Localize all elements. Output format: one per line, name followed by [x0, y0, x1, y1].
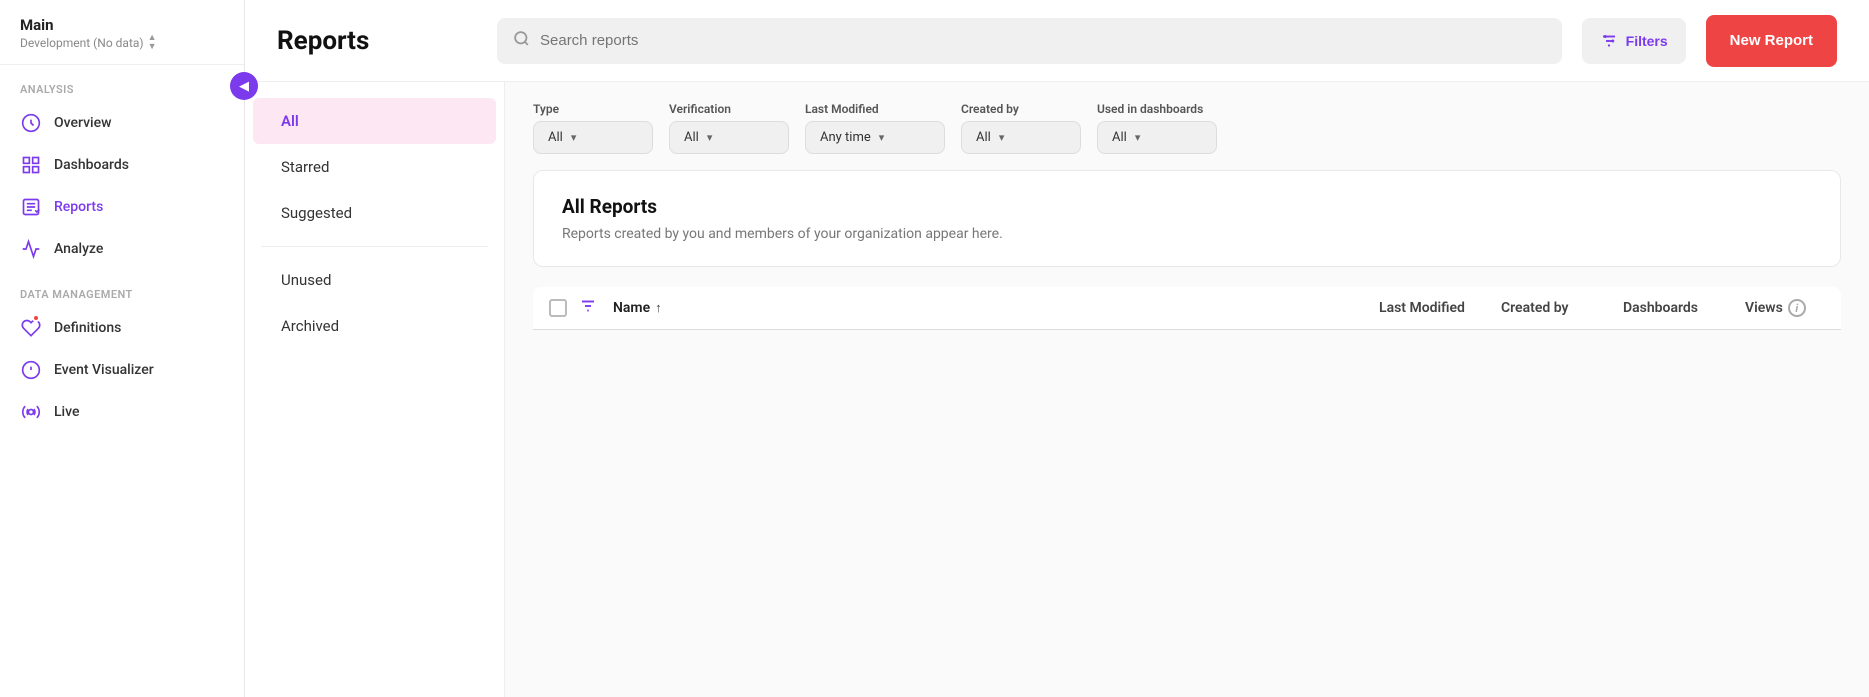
page-title: Reports [277, 26, 477, 56]
topbar: Reports Filters New Report [245, 0, 1869, 82]
left-nav-divider [261, 246, 488, 247]
filter-row: Type All ▾ Verification All ▾ Last Modif… [533, 102, 1841, 154]
sidebar-collapse-button[interactable]: ◀ [230, 72, 258, 100]
created-by-filter-select[interactable]: All ▾ [961, 121, 1081, 154]
left-nav-all[interactable]: All [253, 98, 496, 144]
created-by-filter-label: Created by [961, 102, 1081, 116]
verification-filter-group: Verification All ▾ [669, 102, 789, 154]
verification-filter-chevron: ▾ [707, 131, 713, 144]
views-info-icon[interactable]: i [1788, 299, 1806, 317]
used-in-dashboards-filter-group: Used in dashboards All ▾ [1097, 102, 1217, 154]
search-input[interactable] [540, 32, 1546, 49]
sidebar-item-label: Dashboards [54, 157, 129, 173]
content-body: All Starred Suggested Unused Archived Ty… [245, 82, 1869, 697]
sidebar-item-label: Overview [54, 115, 111, 131]
created-by-filter-group: Created by All ▾ [961, 102, 1081, 154]
last-modified-filter-chevron: ▾ [879, 131, 885, 144]
name-column-header[interactable]: Name ↑ [613, 300, 1367, 316]
sidebar-item-live[interactable]: Live [0, 391, 244, 433]
verification-filter-select[interactable]: All ▾ [669, 121, 789, 154]
sidebar-item-reports[interactable]: Reports [0, 186, 244, 228]
type-filter-group: Type All ▾ [533, 102, 653, 154]
new-report-label: New Report [1730, 32, 1813, 49]
used-in-dashboards-filter-chevron: ▾ [1135, 131, 1141, 144]
search-bar-container [497, 18, 1562, 64]
last-modified-filter-label: Last Modified [805, 102, 945, 116]
table-header: Name ↑ Last Modified Created by Dashboar… [533, 287, 1841, 330]
last-modified-filter-select[interactable]: Any time ▾ [805, 121, 945, 154]
filters-button[interactable]: Filters [1582, 18, 1686, 64]
created-by-column-header[interactable]: Created by [1501, 300, 1611, 316]
type-filter-select[interactable]: All ▾ [533, 121, 653, 154]
sidebar-item-label: Live [54, 404, 79, 420]
created-by-filter-chevron: ▾ [999, 131, 1005, 144]
data-management-section-label: Data Management [0, 270, 244, 307]
sidebar-item-label: Reports [54, 199, 103, 215]
right-panel: Type All ▾ Verification All ▾ Last Modif… [505, 82, 1869, 697]
filters-label: Filters [1626, 33, 1668, 49]
reports-card: All Reports Reports created by you and m… [533, 170, 1841, 267]
new-report-button[interactable]: New Report [1706, 15, 1837, 67]
sidebar-item-analyze[interactable]: Analyze [0, 228, 244, 270]
dashboards-icon [20, 154, 42, 176]
app-subtitle[interactable]: Development (No data) ▲▼ [20, 34, 224, 52]
collapse-icon: ◀ [239, 79, 249, 94]
sidebar-scroll: Analysis Overview Dashboards [0, 65, 244, 697]
event-visualizer-icon [20, 359, 42, 381]
left-nav-archived[interactable]: Archived [253, 303, 496, 349]
left-nav-suggested[interactable]: Suggested [253, 190, 496, 236]
last-modified-column-header[interactable]: Last Modified [1379, 300, 1489, 316]
main-area: Reports Filters New Report [245, 0, 1869, 697]
used-in-dashboards-filter-select[interactable]: All ▾ [1097, 121, 1217, 154]
last-modified-filter-group: Last Modified Any time ▾ [805, 102, 945, 154]
definitions-badge [32, 314, 40, 322]
analysis-section-label: Analysis [0, 65, 244, 102]
reports-icon [20, 196, 42, 218]
sidebar-item-label: Definitions [54, 320, 121, 336]
verification-filter-label: Verification [669, 102, 789, 116]
reports-card-description: Reports created by you and members of yo… [562, 226, 1812, 242]
env-toggle-icon[interactable]: ▲▼ [148, 34, 157, 52]
type-filter-chevron: ▾ [571, 131, 577, 144]
sidebar-item-event-visualizer[interactable]: Event Visualizer [0, 349, 244, 391]
left-panel: All Starred Suggested Unused Archived [245, 82, 505, 697]
sidebar-item-overview[interactable]: Overview [0, 102, 244, 144]
left-nav-starred[interactable]: Starred [253, 144, 496, 190]
live-icon [20, 401, 42, 423]
sidebar-item-definitions[interactable]: Definitions [0, 307, 244, 349]
analyze-icon [20, 238, 42, 260]
reports-card-title: All Reports [562, 195, 1812, 218]
filters-icon [1600, 32, 1618, 50]
sidebar: Main Development (No data) ▲▼ ◀ Analysis… [0, 0, 245, 697]
search-icon [513, 30, 530, 52]
type-filter-label: Type [533, 102, 653, 116]
table-filter-icon[interactable] [579, 297, 597, 319]
left-nav-unused[interactable]: Unused [253, 257, 496, 303]
dashboards-column-header[interactable]: Dashboards [1623, 300, 1733, 316]
overview-icon [20, 112, 42, 134]
select-all-checkbox[interactable] [549, 299, 567, 317]
used-in-dashboards-filter-label: Used in dashboards [1097, 102, 1217, 116]
app-name: Main [20, 16, 224, 34]
views-column-header[interactable]: Views i [1745, 299, 1825, 317]
name-sort-arrow: ↑ [655, 300, 662, 316]
sidebar-item-label: Analyze [54, 241, 103, 257]
sidebar-item-label: Event Visualizer [54, 362, 154, 378]
sidebar-item-dashboards[interactable]: Dashboards [0, 144, 244, 186]
sidebar-header: Main Development (No data) ▲▼ [0, 0, 244, 65]
